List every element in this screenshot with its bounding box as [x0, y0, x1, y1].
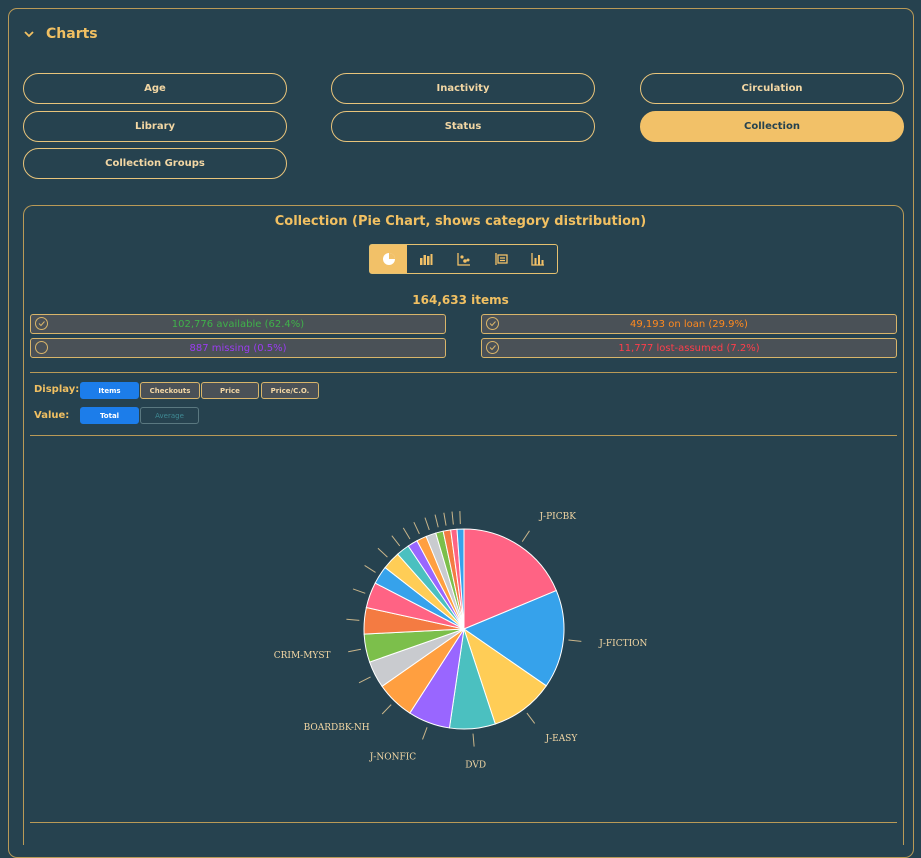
pie-leader-line [378, 548, 387, 557]
pie-leader-line [435, 515, 438, 528]
divider [30, 822, 897, 823]
pie-slice-label: J-PICBK [538, 512, 576, 522]
pie-leader-line [365, 565, 376, 572]
pie-leader-line [353, 589, 365, 593]
pie-leader-line [527, 713, 535, 723]
pie-leader-line [392, 536, 400, 546]
pie-slice-label: CRIM-MYST [274, 651, 331, 661]
pie-leader-line [414, 522, 420, 534]
pie-leader-line [444, 513, 446, 526]
pie-slice-label: DVD [465, 760, 486, 770]
pie-leader-line [452, 512, 453, 525]
pie-leader-line [473, 734, 474, 747]
pie-leader-line [348, 649, 361, 652]
pie-leader-line [423, 727, 428, 739]
pie-leader-line [346, 619, 359, 620]
pie-slice-label: J-EASY [544, 734, 578, 744]
pie-leader-line [359, 677, 371, 683]
pie-leader-line [522, 531, 529, 542]
pie-leader-line [425, 518, 429, 530]
pie-slice-label: J-NONFIC [369, 752, 417, 762]
pie-leader-line [382, 705, 391, 714]
pie-leader-line [568, 640, 581, 641]
pie-slice-label: J-FICTION [598, 639, 647, 649]
pie-slice-label: BOARDBK-NH [304, 723, 370, 733]
collection-pie-chart: J-PICBK J-FICTION J-EASY DVD J-NONFIC BOARDBK… [0, 0, 921, 837]
pie-leader-line [403, 528, 410, 539]
